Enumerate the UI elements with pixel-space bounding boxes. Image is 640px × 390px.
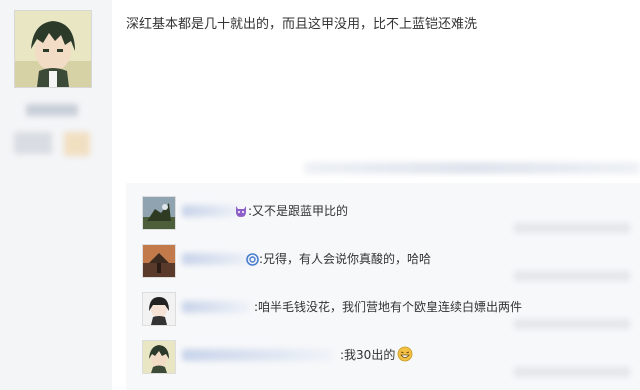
avatar[interactable] bbox=[142, 292, 176, 326]
reply-time-blurred bbox=[514, 223, 630, 233]
poster-avatar[interactable] bbox=[14, 10, 92, 88]
list-item: :我30出的 bbox=[140, 337, 630, 379]
reply-username-blurred[interactable] bbox=[182, 349, 332, 361]
reply-content: :又不是跟蓝甲比的 bbox=[232, 202, 348, 219]
reply-text: 咱半毛钱没花，我们营地有个欧皇连续白嫖出两件 bbox=[258, 300, 523, 314]
list-item: :又不是跟蓝甲比的 bbox=[140, 193, 630, 235]
reply-time-blurred bbox=[514, 319, 630, 329]
poster-sidebar bbox=[0, 0, 112, 390]
list-item: :咱半毛钱没花，我们营地有个欧皇连续白嫖出两件 bbox=[140, 289, 630, 331]
devil-face-icon bbox=[234, 204, 248, 218]
poster-level-badge-blurred bbox=[14, 132, 52, 154]
grin-face-icon bbox=[397, 346, 413, 362]
reply-time-blurred bbox=[514, 367, 630, 377]
reply-content: :兄得，有人会说你真酸的，哈哈 bbox=[244, 250, 431, 267]
reply-text: 兄得，有人会说你真酸的，哈哈 bbox=[263, 252, 432, 266]
floor-reply-box: :又不是跟蓝甲比的 :兄得，有人会说你真酸的，哈哈:咱半毛钱没花，我们营地有个… bbox=[126, 183, 640, 390]
post-content: 深红基本都是几十就出的，而且这甲没用，比不上蓝铠还难洗 bbox=[126, 17, 478, 32]
post-footer-blurred bbox=[304, 162, 640, 174]
avatar[interactable] bbox=[142, 244, 176, 278]
list-item: :兄得，有人会说你真酸的，哈哈 bbox=[140, 241, 630, 283]
poster-level-icon-blurred bbox=[64, 132, 90, 156]
reply-text: 我30出的 bbox=[344, 348, 396, 362]
swirl-icon bbox=[246, 253, 259, 266]
reply-content: :咱半毛钱没花，我们营地有个欧皇连续白嫖出两件 bbox=[254, 298, 522, 315]
avatar[interactable] bbox=[142, 196, 176, 230]
reply-text: 又不是跟蓝甲比的 bbox=[252, 204, 349, 218]
reply-time-blurred bbox=[514, 271, 630, 281]
avatar[interactable] bbox=[142, 340, 176, 374]
poster-name-blurred[interactable] bbox=[26, 104, 78, 116]
reply-content: :我30出的 bbox=[340, 346, 413, 363]
reply-username-blurred[interactable] bbox=[182, 301, 250, 313]
